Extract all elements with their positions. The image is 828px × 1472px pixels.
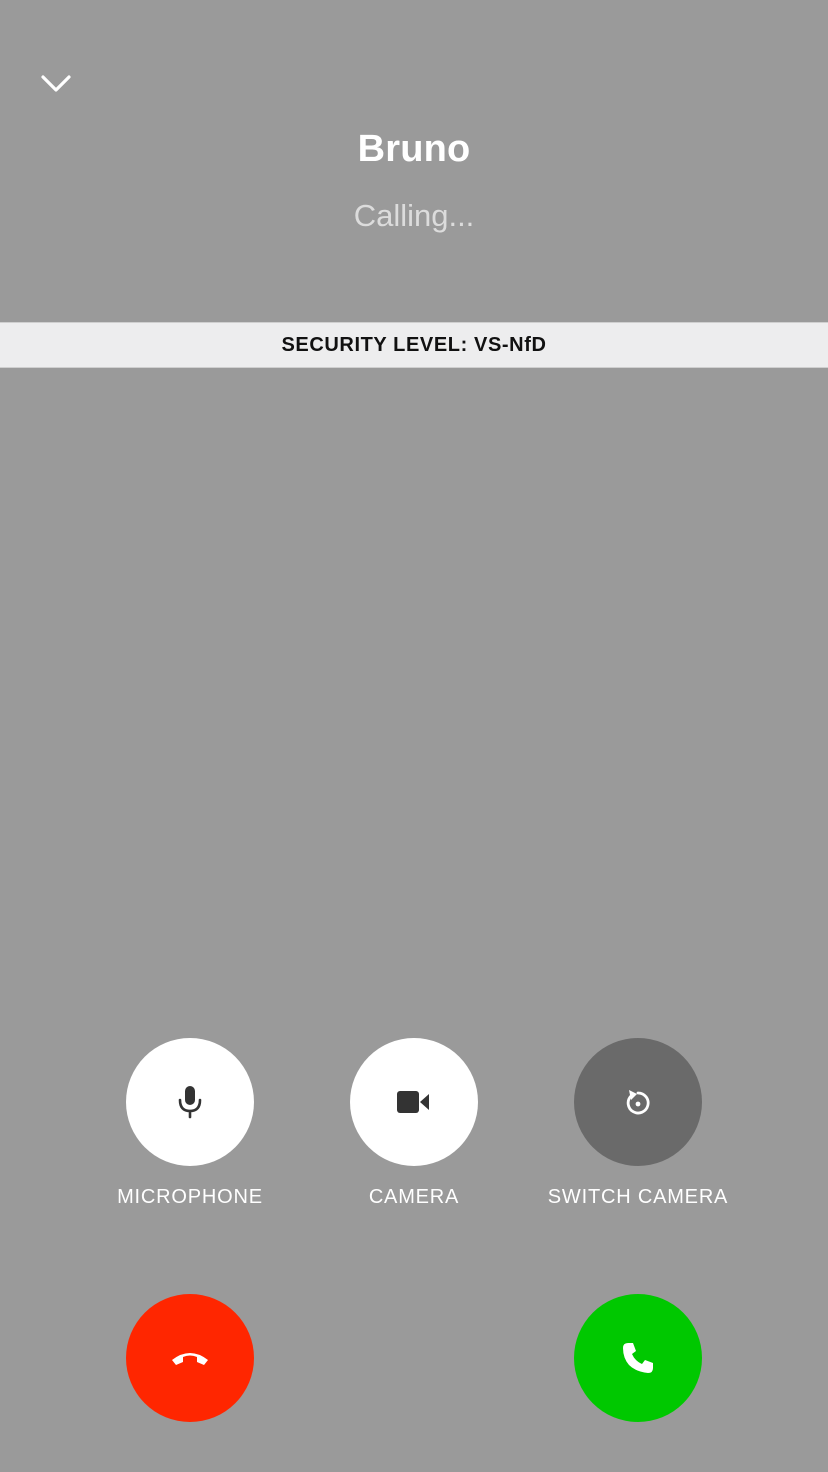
switch-camera-label: SWITCH CAMERA: [547, 1186, 729, 1208]
security-level-banner: SECURITY LEVEL: VS-NfD: [0, 322, 828, 368]
microphone-label: MICROPHONE: [117, 1186, 263, 1208]
decline-call-button[interactable]: [126, 1294, 254, 1422]
camera-label: CAMERA: [368, 1186, 460, 1208]
security-level-label: SECURITY LEVEL: VS-NfD: [281, 333, 547, 356]
microphone-button[interactable]: [126, 1038, 254, 1166]
call-controls: MICROPHONE CAMERA SWITCH CAMERA: [0, 1038, 828, 1218]
video-camera-icon: [397, 1091, 429, 1113]
caller-name: Bruno: [357, 128, 471, 170]
switch-camera-icon: [626, 1090, 650, 1115]
camera-button[interactable]: [350, 1038, 478, 1166]
microphone-control: MICROPHONE: [60, 1038, 320, 1209]
switch-camera-button[interactable]: [574, 1038, 702, 1166]
microphone-icon: [178, 1086, 202, 1119]
hang-up-icon: [172, 1353, 208, 1365]
switch-camera-control: SWITCH CAMERA: [508, 1038, 768, 1209]
call-actions: [0, 1294, 828, 1422]
chevron-down-icon: [41, 75, 71, 92]
collapse-button[interactable]: [36, 64, 76, 104]
phone-icon: [623, 1343, 653, 1373]
call-status: Calling...: [353, 198, 475, 233]
camera-control: CAMERA: [284, 1038, 544, 1209]
accept-call-button[interactable]: [574, 1294, 702, 1422]
